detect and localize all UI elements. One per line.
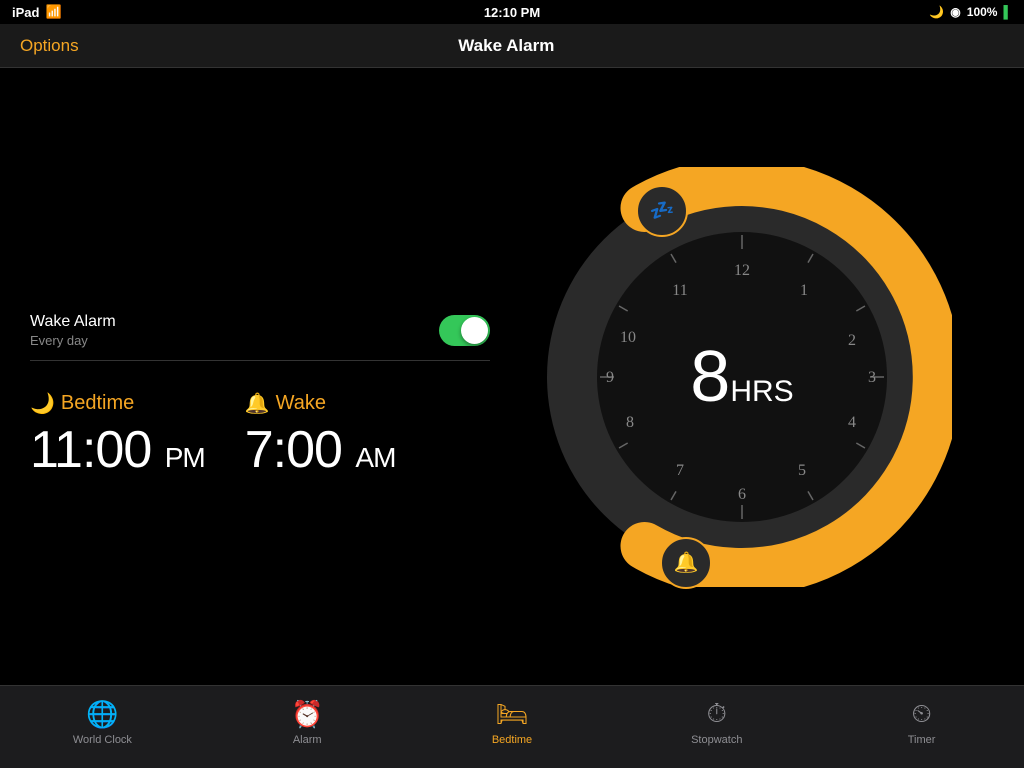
svg-text:9: 9 (606, 369, 614, 386)
svg-text:3: 3 (868, 369, 876, 386)
svg-text:4: 4 (848, 414, 856, 431)
timer-icon: ⏲ (911, 698, 931, 730)
bedtime-section[interactable]: 🌙 Bedtime 11:00 PM (30, 391, 205, 480)
bedtime-ampm: PM (165, 442, 205, 473)
world-clock-icon: 🌐 (86, 699, 118, 730)
hrs-label: HRS (730, 375, 793, 408)
status-time: 12:10 PM (484, 5, 540, 20)
alarm-toggle[interactable] (439, 315, 490, 346)
svg-text:2: 2 (848, 332, 856, 349)
bedtime-time: 11:00 (30, 421, 151, 479)
wake-label: 🔔 Wake (245, 391, 396, 416)
alarm-label: Wake Alarm (30, 313, 116, 331)
status-left: iPad 📶 (12, 4, 62, 20)
svg-text:6: 6 (738, 486, 746, 503)
svg-text:1: 1 (800, 282, 808, 299)
status-bar: iPad 📶 12:10 PM 🌙 ◉ 100% ▌ (0, 0, 1024, 24)
sleep-handle-button[interactable]: 💤 (636, 185, 688, 237)
wifi-icon: 📶 (45, 4, 61, 20)
left-panel: Wake Alarm Every day 🌙 Bedtime 11:00 PM (30, 273, 490, 480)
main-content: Wake Alarm Every day 🌙 Bedtime 11:00 PM (0, 68, 1024, 685)
stopwatch-label: Stopwatch (691, 734, 742, 746)
svg-text:8: 8 (626, 414, 634, 431)
world-clock-label: World Clock (73, 734, 132, 746)
svg-text:10: 10 (620, 329, 636, 346)
svg-text:7: 7 (676, 462, 684, 479)
status-right: 🌙 ◉ 100% ▌ (929, 5, 1012, 19)
battery-icon: ▌ (1003, 5, 1012, 19)
tab-timer[interactable]: ⏲ Timer (819, 698, 1024, 746)
tab-world-clock[interactable]: 🌐 World Clock (0, 699, 205, 746)
device-label: iPad (12, 5, 39, 20)
nav-bar: Options Wake Alarm (0, 24, 1024, 68)
bedtime-label: 🌙 Bedtime (30, 391, 205, 416)
bedtime-tab-label: Bedtime (492, 734, 532, 746)
moon-icon: 🌙 (929, 5, 944, 19)
timer-label: Timer (908, 734, 936, 746)
tab-alarm[interactable]: ⏰ Alarm (205, 699, 410, 746)
bluetooth-icon: ◉ (950, 5, 960, 19)
tab-bar: 🌐 World Clock ⏰ Alarm 🛏 Bedtime ⏱ Stopwa… (0, 685, 1024, 768)
alarm-toggle-row: Wake Alarm Every day (30, 313, 490, 361)
bedtime-value: 11:00 PM (30, 420, 205, 480)
center-content: 8HRS (690, 336, 793, 418)
svg-text:11: 11 (672, 282, 687, 299)
tab-stopwatch[interactable]: ⏱ Stopwatch (614, 698, 819, 746)
nav-title: Wake Alarm (458, 36, 554, 56)
options-button[interactable]: Options (20, 36, 79, 56)
right-panel: 12 1 2 3 4 5 6 7 8 9 10 11 8HRS 💤 (490, 167, 994, 587)
moon-bedtime-icon: 🌙 (30, 391, 55, 416)
stopwatch-icon: ⏱ (707, 698, 727, 730)
bell-wake-icon: 🔔 (245, 391, 270, 416)
bell-handle-icon: 🔔 (674, 550, 699, 575)
bedtime-text: Bedtime (61, 392, 134, 415)
wake-value: 7:00 AM (245, 420, 396, 480)
wake-time: 7:00 (245, 421, 342, 479)
wake-text: Wake (276, 392, 326, 415)
sleep-icon: 💤 (650, 198, 675, 223)
svg-text:5: 5 (798, 462, 806, 479)
wake-ampm: AM (355, 442, 395, 473)
clock-container[interactable]: 12 1 2 3 4 5 6 7 8 9 10 11 8HRS 💤 (532, 167, 952, 587)
alarm-tab-label: Alarm (293, 734, 322, 746)
wake-handle-button[interactable]: 🔔 (660, 537, 712, 589)
alarm-info: Wake Alarm Every day (30, 313, 116, 348)
bedtime-icon: 🛏 (495, 699, 528, 730)
wake-section[interactable]: 🔔 Wake 7:00 AM (245, 391, 396, 480)
times-row: 🌙 Bedtime 11:00 PM 🔔 Wake 7:00 AM (30, 391, 490, 480)
hours-value: 8 (690, 337, 730, 417)
battery-label: 100% (967, 5, 998, 19)
svg-text:12: 12 (734, 262, 750, 279)
alarm-icon: ⏰ (291, 699, 323, 730)
tab-bedtime[interactable]: 🛏 Bedtime (410, 699, 615, 746)
alarm-sublabel: Every day (30, 333, 116, 348)
toggle-knob (461, 317, 488, 344)
